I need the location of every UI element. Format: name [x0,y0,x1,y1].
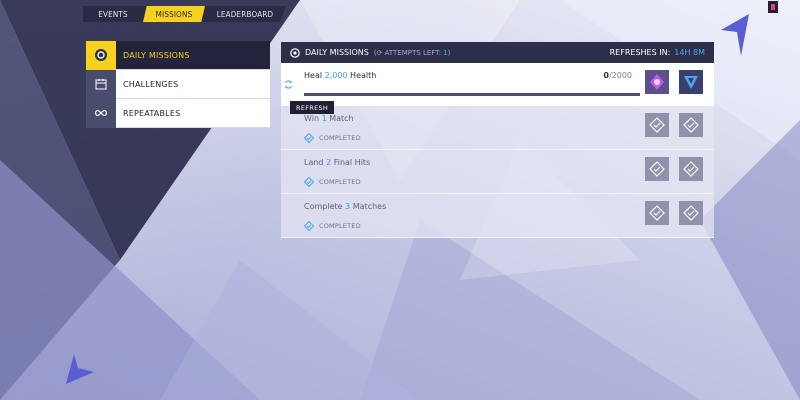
reward-item[interactable] [679,70,703,94]
status-text: COMPLETED [319,178,361,186]
mission-title-prefix: Heal [304,71,325,80]
refresh-timer-label: REFRESHES IN: [609,48,671,57]
badge-icon [86,40,116,70]
mission-row: Complete 3 Matches COMPLETED [281,194,714,238]
mission-title: Heal 2,000 Health [304,71,376,80]
tab-missions[interactable]: MISSIONS [143,6,205,22]
mission-title: Win 1 Match [304,114,354,123]
mission-row: Win 1 Match COMPLETED [281,106,714,150]
chevron-emblem-icon [684,76,698,89]
sidebar-item-repeatables[interactable]: REPEATABLES [86,98,270,128]
reward-item[interactable] [679,157,703,181]
refresh-timer-value: 14H 8M [674,48,705,57]
claimed-reward-icon [683,205,699,221]
sidebar-item-label: DAILY MISSIONS [123,50,190,60]
claimed-reward-icon [683,117,699,133]
claimed-reward-icon [683,161,699,177]
claimed-reward-icon [649,205,665,221]
mission-target: 2,000 [324,71,348,80]
mission-title-suffix: Matches [350,202,387,211]
reward-item[interactable] [645,113,669,137]
corner-arrow-icon [66,354,94,384]
missions-sidebar: DAILY MISSIONS CHALLENGES REPEATABLES [86,40,270,128]
mission-progress-text: 0/2000 [603,71,632,80]
mission-title-suffix: Match [326,114,354,123]
refresh-icon [284,79,292,89]
mission-status: COMPLETED [304,177,361,187]
mission-row: Heal 2,000 Health 0/2000 [281,63,714,106]
mission-title-prefix: Complete [304,202,346,211]
reward-item[interactable] [645,70,669,94]
progress-total: /2000 [608,71,632,80]
panel-header: DAILY MISSIONS (⟳ ATTEMPTS LEFT: 1) REFR… [281,42,714,63]
missions-icon [290,47,300,58]
mission-progress-bar [304,93,640,96]
mission-title: Land 2 Final Hits [304,158,370,167]
tab-events[interactable]: EVENTS [83,6,143,22]
sidebar-item-daily-missions[interactable]: DAILY MISSIONS [86,40,270,70]
mission-status: COMPLETED [304,133,361,143]
calendar-icon [86,69,116,99]
completed-check-icon [304,221,314,231]
refresh-tooltip: REFRESH [290,101,335,114]
infinity-icon [86,98,116,128]
reward-item[interactable] [679,113,703,137]
mission-title-suffix: Final Hits [331,158,371,167]
panel-title: DAILY MISSIONS [305,48,369,57]
mission-title-prefix: Land [304,158,327,167]
completed-check-icon [304,133,314,143]
tab-leaderboard[interactable]: LEADERBOARD [205,6,285,22]
status-text: COMPLETED [319,222,361,230]
mission-row: Land 2 Final Hits COMPLETED [281,150,714,194]
sidebar-item-label: REPEATABLES [123,108,181,118]
daily-missions-panel: DAILY MISSIONS (⟳ ATTEMPTS LEFT: 1) REFR… [281,42,714,238]
status-text: COMPLETED [319,134,361,142]
attempts-left: (⟳ ATTEMPTS LEFT: 1) [373,48,451,57]
reward-item[interactable] [679,201,703,225]
purple-spray-icon [650,74,664,90]
mission-title-suffix: Health [347,71,377,80]
reward-item[interactable] [645,201,669,225]
top-tab-bar: EVENTS MISSIONS LEADERBOARD [83,6,286,22]
attempts-value: 1 [443,48,448,57]
reward-item[interactable] [645,157,669,181]
mission-title-prefix: Win [304,114,322,123]
completed-check-icon [304,177,314,187]
mission-title: Complete 3 Matches [304,202,386,211]
attempts-label: ATTEMPTS LEFT: [384,48,442,57]
refresh-small-icon: ⟳ [376,48,383,57]
claimed-reward-icon [649,117,665,133]
sidebar-item-challenges[interactable]: CHALLENGES [86,69,270,99]
corner-marker-icon [768,0,778,14]
corner-arrow-icon [721,14,749,56]
refresh-mission-button[interactable] [281,74,295,94]
claimed-reward-icon [649,161,665,177]
mission-status: COMPLETED [304,221,361,231]
sidebar-item-label: CHALLENGES [123,79,179,89]
